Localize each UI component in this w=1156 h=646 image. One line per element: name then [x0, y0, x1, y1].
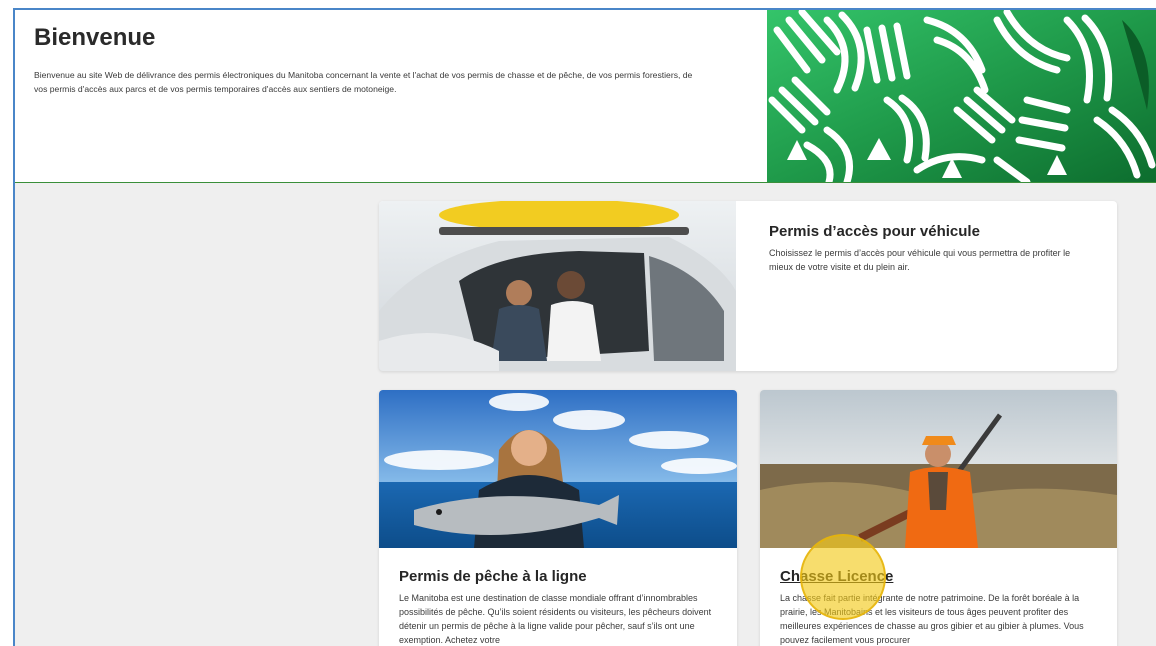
fishing-licence-card[interactable]: Permis de pêche à la ligne Le Manitoba e…	[379, 390, 737, 646]
vehicle-photo	[379, 201, 736, 371]
page-title: Bienvenue	[34, 24, 156, 51]
fishing-card-title[interactable]: Permis de pêche à la ligne	[399, 568, 717, 585]
fishing-card-text: Le Manitoba est une destination de class…	[399, 593, 712, 645]
vehicle-card-text: Choisissez le permis d’accès pour véhicu…	[769, 248, 1071, 272]
vehicle-card-title[interactable]: Permis d’accès pour véhicule	[769, 223, 1089, 240]
vehicle-permit-card[interactable]: Permis d’accès pour véhicule Choisissez …	[379, 201, 1117, 371]
decorative-pattern-image	[767, 10, 1156, 182]
browser-frame: Bienvenue Bienvenue au site Web de déliv…	[13, 8, 1156, 646]
fishing-photo	[379, 390, 737, 548]
cursor-highlight	[800, 534, 886, 620]
welcome-banner: Bienvenue Bienvenue au site Web de déliv…	[15, 10, 1156, 183]
fishing-card-body: Permis de pêche à la ligne Le Manitoba e…	[399, 568, 717, 646]
welcome-text: Bienvenue au site Web de délivrance des …	[34, 70, 693, 94]
vehicle-card-body: Permis d’accès pour véhicule Choisissez …	[769, 223, 1089, 274]
hunting-photo	[760, 390, 1117, 548]
